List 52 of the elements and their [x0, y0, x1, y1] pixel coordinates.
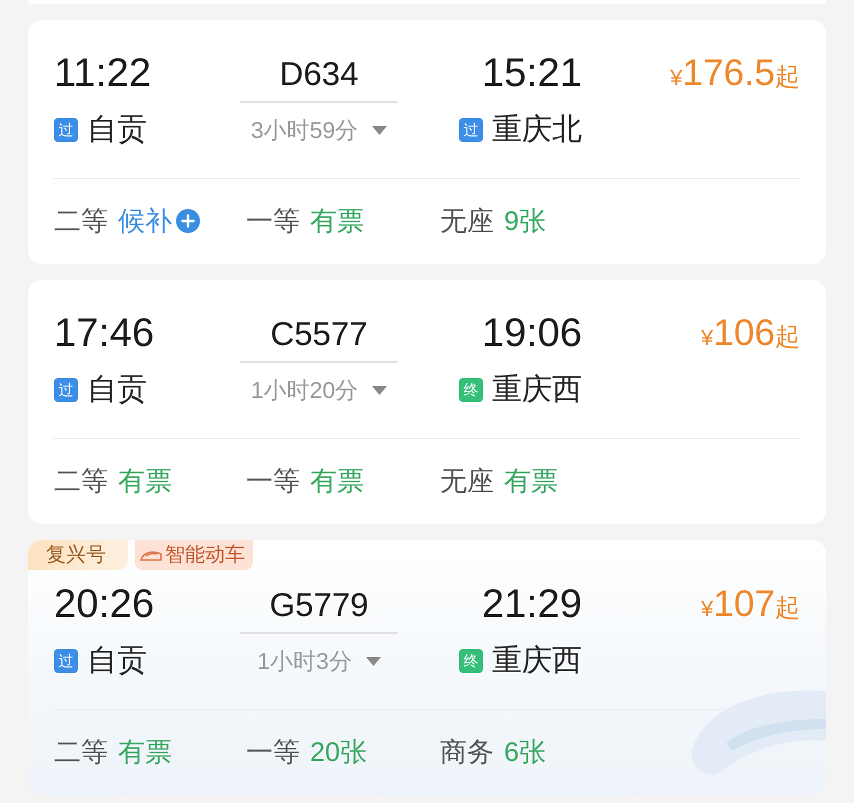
seat-availability: 9张 — [504, 205, 546, 238]
train-card[interactable]: 11:22 过 自贡 D634 3小时59分 15:21 过 重庆北 ¥176.5起 二等 候补 一等 有票 无座 9张 — [28, 20, 826, 264]
seat-availability: 有票 — [118, 465, 172, 498]
tag-label: 智能动车 — [165, 543, 245, 568]
seat-class: 无座 — [440, 205, 494, 238]
departure-time: 17:46 — [54, 310, 154, 357]
train-card[interactable]: 复兴号 智能动车 20:26 过 自贡 G5779 1小时3分 21:29 终 重庆西 ¥107起 二等 有票 一等 20张 商务 6张 — [28, 540, 826, 795]
train-number: G5779 — [269, 585, 369, 625]
arrival-time: 15:21 — [482, 50, 582, 97]
departure-station: 自贡 — [87, 374, 147, 406]
seat-availability: 20张 — [310, 736, 368, 769]
price-text: ¥107起 — [701, 582, 800, 626]
departure-station: 自贡 — [87, 114, 147, 146]
train-icon — [140, 549, 162, 561]
caret-down-icon — [372, 386, 388, 394]
seat-class: 二等 — [54, 465, 108, 498]
departure-time: 20:26 — [54, 581, 154, 628]
train-number: C5577 — [270, 314, 368, 354]
seat-class: 二等 — [54, 736, 108, 769]
price-text: ¥106起 — [701, 311, 800, 355]
arrival-station: 重庆西 — [492, 645, 582, 677]
station-badge: 终 — [459, 649, 483, 673]
seat-availability: 有票 — [310, 205, 364, 238]
seat-class: 无座 — [440, 465, 494, 498]
seat-availability: 候补 — [118, 205, 172, 238]
seat-availability: 有票 — [504, 465, 558, 498]
seat-class: 二等 — [54, 205, 108, 238]
train-card[interactable]: 17:46 过 自贡 C5577 1小时20分 19:06 终 重庆西 ¥106起 二等 有票 一等 有票 无座 有票 — [28, 280, 826, 524]
seat-class: 一等 — [246, 205, 300, 238]
arrival-time: 19:06 — [482, 310, 582, 357]
arrival-time: 21:29 — [482, 581, 582, 628]
departure-time: 11:22 — [54, 50, 152, 97]
arrival-station: 重庆西 — [492, 374, 582, 406]
tag-label: 复兴号 — [46, 543, 106, 568]
seat-class: 一等 — [246, 736, 300, 769]
train-number: D634 — [280, 54, 358, 94]
arrival-station: 重庆北 — [492, 114, 582, 146]
departure-station: 自贡 — [87, 645, 147, 677]
station-badge: 过 — [54, 118, 78, 142]
station-badge: 过 — [459, 118, 483, 142]
caret-down-icon — [372, 126, 388, 134]
station-badge: 过 — [54, 378, 78, 402]
seat-availability: 6张 — [504, 736, 546, 769]
seat-availability: 有票 — [118, 736, 172, 769]
price-text: ¥176.5起 — [670, 51, 800, 95]
seat-class: 一等 — [246, 465, 300, 498]
caret-down-icon — [366, 656, 381, 666]
plus-icon[interactable] — [176, 209, 200, 233]
seat-availability: 有票 — [310, 465, 364, 498]
station-badge: 过 — [54, 649, 78, 673]
station-badge: 终 — [459, 378, 483, 402]
seat-class: 商务 — [440, 736, 494, 769]
